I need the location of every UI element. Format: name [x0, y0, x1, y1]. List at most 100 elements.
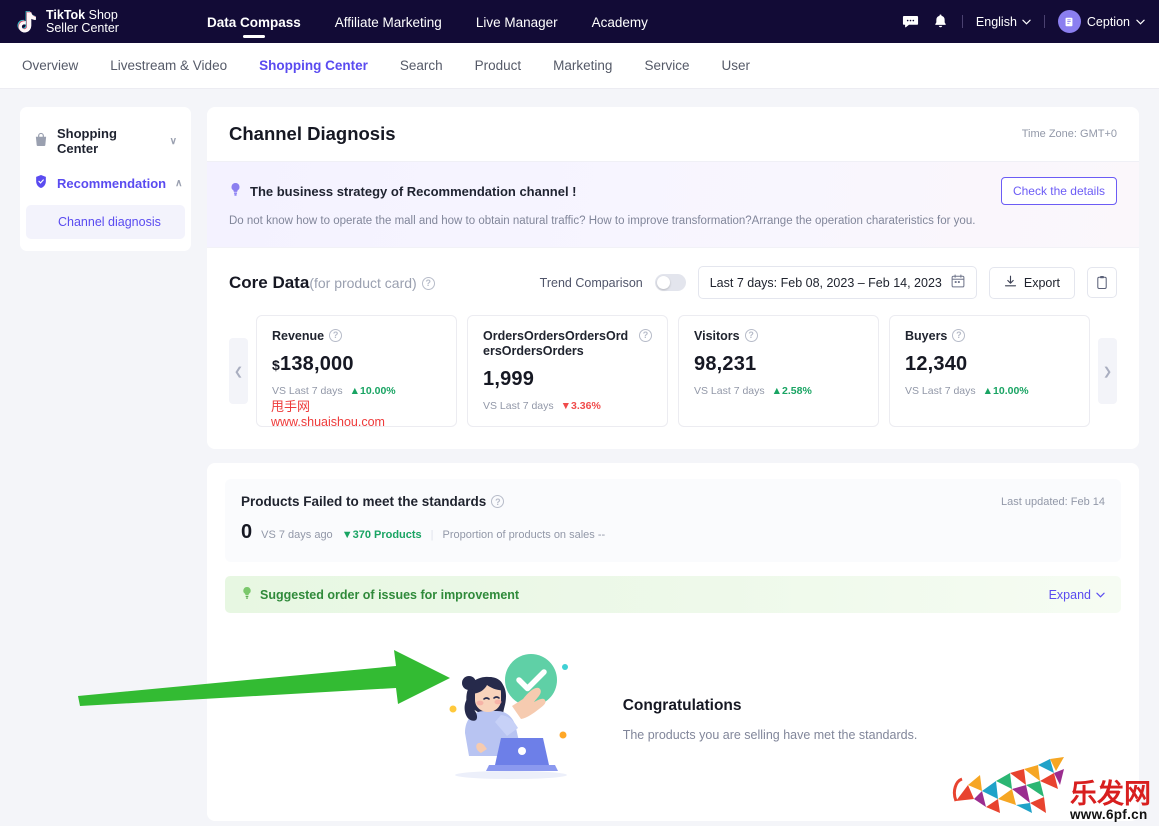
help-icon[interactable]: ?	[422, 277, 435, 290]
main-menu: Data Compass Affiliate Marketing Live Ma…	[207, 2, 648, 42]
subnav-item-livestream-video[interactable]: Livestream & Video	[110, 58, 227, 73]
watermark-chinese: 甩手网	[271, 396, 310, 415]
chevron-up-icon[interactable]: ∧	[175, 178, 182, 189]
metric-card-visitors[interactable]: Visitors? 98,231 VS Last 7 days ▲2.58%	[678, 315, 879, 427]
brand-name: TikTok	[46, 8, 85, 22]
metric-value: $138,000	[272, 353, 441, 376]
menu-item-data-compass[interactable]: Data Compass	[207, 2, 301, 42]
metric-delta: ▲10.00%	[983, 385, 1029, 397]
divider: |	[431, 529, 434, 541]
top-navigation-bar: TikTok Shop Seller Center Data Compass A…	[0, 0, 1159, 43]
menu-item-academy[interactable]: Academy	[592, 2, 648, 42]
strategy-description: Do not know how to operate the mall and …	[229, 215, 1117, 227]
sub-navigation-bar: Overview Livestream & Video Shopping Cen…	[0, 43, 1159, 89]
products-failed-box: Products Failed to meet the standards? L…	[225, 479, 1121, 562]
export-label: Export	[1024, 276, 1060, 290]
metric-card-buyers[interactable]: Buyers? 12,340 VS Last 7 days ▲10.00%	[889, 315, 1090, 427]
metric-value: 98,231	[694, 353, 863, 376]
help-icon[interactable]: ?	[745, 329, 758, 342]
sidebar-item-recommendation[interactable]: Recommendation ∧	[20, 165, 191, 201]
metric-value-number: 138,000	[280, 353, 354, 375]
chevron-down-icon[interactable]: ∨	[170, 136, 177, 147]
subnav-item-product[interactable]: Product	[475, 58, 522, 73]
message-icon[interactable]	[902, 13, 919, 30]
products-proportion: Proportion of products on sales --	[443, 529, 606, 541]
chevron-down-icon	[1096, 592, 1105, 598]
carousel-next-button[interactable]: ❯	[1098, 338, 1117, 404]
metric-delta: ▼3.36%	[561, 400, 601, 412]
metric-compare-label: VS Last 7 days	[905, 385, 976, 397]
help-icon[interactable]: ?	[329, 329, 342, 342]
products-failed-compare: VS 7 days ago	[261, 529, 333, 541]
congratulations-title: Congratulations	[623, 697, 918, 715]
core-data-title-text: Core Data	[229, 273, 309, 292]
sidebar-item-channel-diagnosis[interactable]: Channel diagnosis	[26, 205, 185, 239]
subnav-item-user[interactable]: User	[721, 58, 750, 73]
bull-watermark-url: www.6pf.cn	[1070, 807, 1151, 822]
suggested-order-banner: Suggested order of issues for improvemen…	[225, 576, 1121, 613]
channel-diagnosis-card: Channel Diagnosis Time Zone: GMT+0 The b…	[207, 107, 1139, 449]
metric-card-orders[interactable]: OrdersOrdersOrdersOrdersOrdersOrders? 1,…	[467, 315, 668, 427]
brand-shop-label: Shop	[85, 8, 118, 22]
language-selector[interactable]: English	[976, 15, 1031, 29]
core-data-toolbar: Trend Comparison Last 7 days: Feb 08, 20…	[540, 266, 1117, 299]
user-name: Ception	[1087, 15, 1130, 29]
carousel-prev-button[interactable]: ❮	[229, 338, 248, 404]
sidebar-card: Shopping Center ∨ Recommendation ∧ Chann…	[20, 107, 191, 251]
congratulations-text: Congratulations The products you are sel…	[623, 697, 918, 742]
bull-watermark: 乐发网 www.6pf.cn	[952, 755, 1151, 822]
menu-item-affiliate-marketing[interactable]: Affiliate Marketing	[335, 2, 442, 42]
products-failed-count: 0	[241, 521, 252, 544]
strategy-title-text: The business strategy of Recommendation …	[250, 184, 577, 199]
metric-value-number: 12,340	[905, 353, 967, 375]
lightbulb-icon	[229, 182, 242, 200]
avatar	[1058, 10, 1081, 33]
calendar-icon	[951, 274, 965, 291]
bell-icon[interactable]	[932, 13, 949, 30]
page-title: Channel Diagnosis	[229, 123, 396, 145]
tiktok-note-icon	[14, 9, 39, 35]
lightbulb-icon	[241, 586, 253, 603]
subnav-item-service[interactable]: Service	[644, 58, 689, 73]
products-failed-title: Products Failed to meet the standards	[241, 494, 486, 509]
trend-comparison-label: Trend Comparison	[540, 276, 643, 290]
language-label: English	[976, 15, 1017, 29]
export-button[interactable]: Export	[989, 267, 1075, 299]
subnav-item-overview[interactable]: Overview	[22, 58, 78, 73]
clipboard-icon[interactable]	[1087, 267, 1117, 298]
subnav-item-shopping-center[interactable]: Shopping Center	[259, 58, 368, 73]
help-icon[interactable]: ?	[952, 329, 965, 342]
user-menu[interactable]: Ception	[1058, 10, 1145, 33]
metric-compare-label: VS Last 7 days	[694, 385, 765, 397]
trend-comparison-toggle[interactable]	[655, 274, 686, 291]
chevron-down-icon	[1022, 19, 1031, 25]
metric-compare-label: VS Last 7 days	[483, 400, 554, 412]
check-the-details-button[interactable]: Check the details	[1001, 177, 1117, 205]
sidebar-item-shopping-center[interactable]: Shopping Center ∨	[20, 117, 191, 165]
subnav-item-search[interactable]: Search	[400, 58, 443, 73]
sidebar-item-label: Recommendation	[57, 176, 166, 191]
strategy-banner: The business strategy of Recommendation …	[207, 161, 1139, 247]
shopping-bag-icon	[34, 132, 48, 150]
subnav-item-marketing[interactable]: Marketing	[553, 58, 612, 73]
metric-label: Buyers	[905, 329, 947, 344]
brand-subtitle: Seller Center	[46, 22, 119, 35]
help-icon[interactable]: ?	[639, 329, 652, 342]
core-data-subtitle: (for product card)	[309, 275, 416, 291]
expand-button[interactable]: Expand	[1049, 588, 1105, 602]
products-failed-delta: ▼370 Products	[342, 529, 422, 541]
download-icon	[1004, 275, 1017, 291]
date-range-value: Last 7 days: Feb 08, 2023 – Feb 14, 2023	[710, 276, 942, 290]
suggested-order-label: Suggested order of issues for improvemen…	[260, 588, 519, 602]
last-updated-label: Last updated: Feb 14	[1001, 496, 1105, 508]
congratulations-description: The products you are selling have met th…	[623, 728, 918, 742]
shield-icon	[34, 174, 48, 192]
metric-value-number: 1,999	[483, 368, 534, 390]
header-divider-1	[962, 15, 963, 28]
help-icon[interactable]: ?	[491, 495, 504, 508]
date-range-picker[interactable]: Last 7 days: Feb 08, 2023 – Feb 14, 2023	[698, 266, 977, 299]
tiktok-shop-seller-center-logo[interactable]: TikTok Shop Seller Center	[14, 9, 119, 35]
woman-with-laptop-check-illustration	[429, 649, 589, 789]
metric-card-revenue[interactable]: Revenue? $138,000 VS Last 7 days ▲10.00%…	[256, 315, 457, 427]
menu-item-live-manager[interactable]: Live Manager	[476, 2, 558, 42]
